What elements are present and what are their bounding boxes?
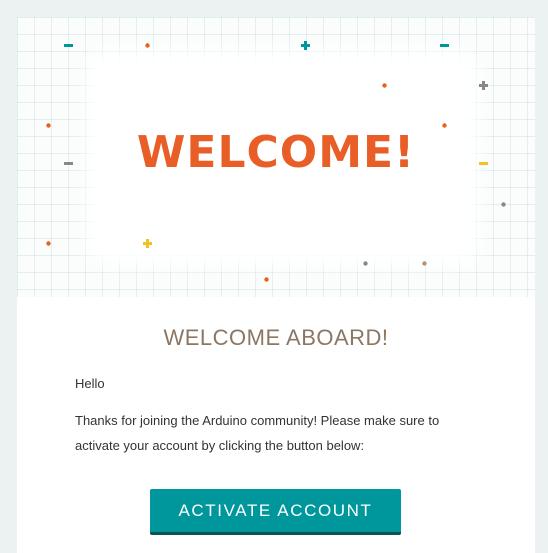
teal-plus-icon (301, 41, 310, 50)
orange-dot-icon (143, 41, 152, 50)
email-card: WELCOME! WELCOME ABOARD! Hello Thanks fo… (17, 17, 535, 553)
orange-dot-icon (380, 81, 389, 90)
tan-dot-icon (420, 259, 429, 268)
gray-dot-icon (499, 200, 508, 209)
greeting-text: Hello (75, 376, 105, 391)
teal-dash-icon (440, 41, 449, 50)
hero-banner: WELCOME! (17, 17, 535, 297)
orange-dot-icon (44, 121, 53, 130)
orange-dot-icon (262, 275, 271, 284)
gray-plus-icon (479, 81, 488, 90)
hero-title: WELCOME! (136, 127, 416, 178)
gray-dot-icon (361, 259, 370, 268)
orange-dot-icon (44, 239, 53, 248)
gray-dash-icon (64, 159, 73, 168)
welcome-aboard-heading: WELCOME ABOARD! (163, 325, 389, 350)
yellow-dash-icon (479, 159, 488, 168)
email-content: WELCOME ABOARD! Hello Thanks for joining… (17, 297, 535, 553)
activate-account-button[interactable]: ACTIVATE ACCOUNT (150, 489, 401, 535)
teal-dash-icon (64, 41, 73, 50)
orange-dot-icon (440, 121, 449, 130)
yellow-plus-icon (143, 239, 152, 248)
activation-message: Thanks for joining the Arduino community… (75, 413, 440, 453)
